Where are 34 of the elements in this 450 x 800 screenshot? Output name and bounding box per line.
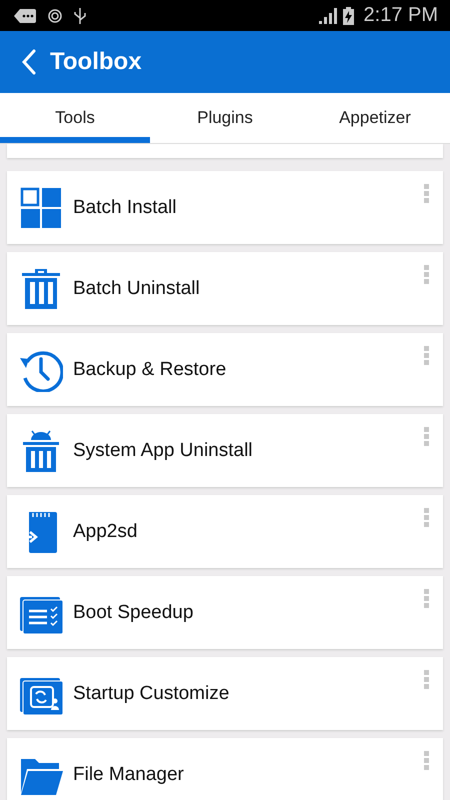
target-icon: [48, 8, 62, 22]
grid-icon: [19, 186, 63, 230]
tool-label: File Manager: [73, 764, 185, 786]
tool-card[interactable]: Batch Install: [7, 171, 443, 244]
clock-time: 2:17 PM: [364, 4, 438, 27]
tool-label: Startup Customize: [73, 682, 230, 704]
tool-label: Backup & Restore: [73, 358, 228, 380]
tool-card[interactable]: Startup Customize: [7, 657, 443, 730]
tool-label: System App Uninstall: [73, 440, 254, 462]
tool-label: Batch Uninstall: [73, 278, 201, 300]
more-icon[interactable]: [424, 265, 430, 285]
tool-card[interactable]: Backup & Restore: [7, 333, 443, 406]
more-icon[interactable]: [424, 751, 430, 771]
more-icon[interactable]: [424, 670, 430, 690]
back-icon[interactable]: [22, 49, 36, 75]
more-icon[interactable]: [424, 184, 430, 204]
battery-icon: [342, 6, 354, 24]
message-icon: [14, 8, 36, 22]
trash-icon: [19, 266, 63, 310]
tool-label: Batch Install: [73, 196, 178, 218]
tool-card[interactable]: Batch Uninstall: [7, 252, 443, 325]
tool-card[interactable]: File Manager: [7, 738, 443, 800]
usb-icon: [74, 8, 86, 24]
more-icon[interactable]: [424, 589, 430, 609]
tool-label: App2sd: [73, 520, 138, 542]
screen-title: Toolbox: [50, 48, 142, 76]
more-icon[interactable]: [424, 427, 430, 447]
signal-icon: [318, 8, 337, 24]
tool-card[interactable]: System App Uninstall: [7, 414, 443, 487]
more-icon[interactable]: [424, 346, 430, 366]
more-icon[interactable]: [424, 508, 430, 528]
tool-card[interactable]: Boot Speedup: [7, 576, 443, 649]
tool-label: Boot Speedup: [73, 602, 194, 624]
tool-card[interactable]: App2sd: [7, 495, 443, 568]
